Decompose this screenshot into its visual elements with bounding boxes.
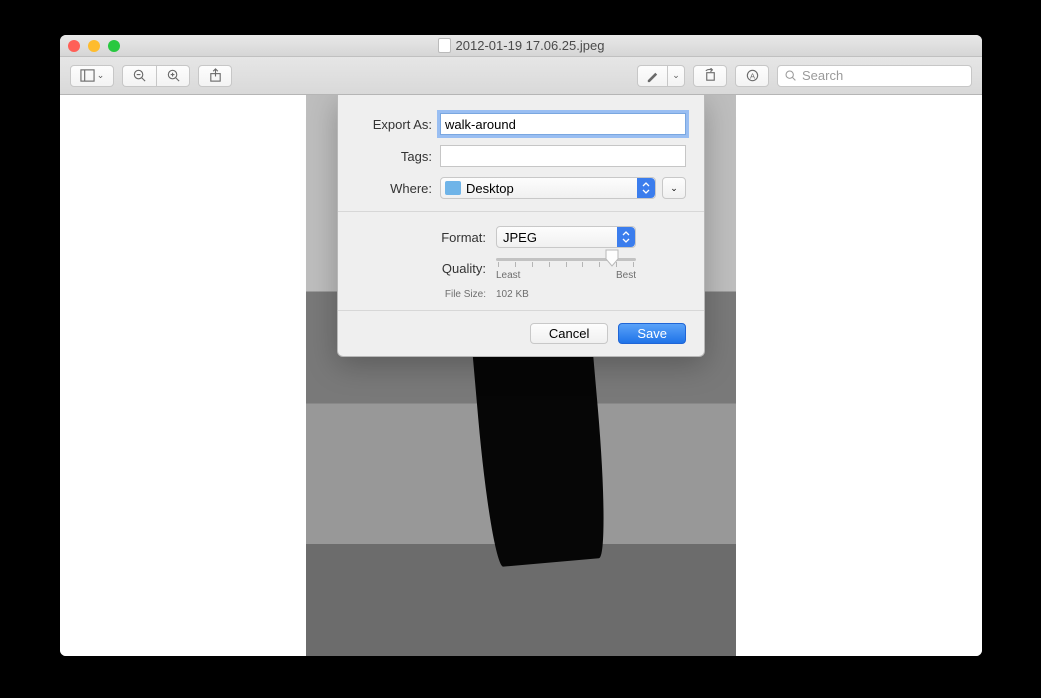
file-icon [438, 38, 451, 53]
cancel-label: Cancel [549, 326, 589, 341]
search-placeholder: Search [802, 68, 843, 83]
export-sheet: Export As: Tags: Where: Desktop [337, 95, 705, 357]
quality-label: Quality: [356, 261, 486, 276]
content-area: Export As: Tags: Where: Desktop [60, 95, 982, 656]
zoom-out-button[interactable] [122, 65, 156, 87]
toolbar: ⌄ ⌄ A Searc [60, 57, 982, 95]
quality-best-label: Best [616, 270, 636, 281]
search-icon [784, 69, 797, 82]
share-button[interactable] [198, 65, 232, 87]
tags-input[interactable] [440, 145, 686, 167]
format-select[interactable]: JPEG [496, 226, 636, 248]
window-title-text: 2012-01-19 17.06.25.jpeg [456, 38, 605, 53]
slider-thumb-icon[interactable] [604, 249, 620, 267]
save-label: Save [637, 326, 667, 341]
quality-slider[interactable]: Least Best [496, 256, 636, 281]
traffic-lights [68, 40, 120, 52]
chevron-down-icon: ⌄ [672, 71, 680, 80]
filesize-label: File Size: [356, 289, 486, 300]
window-close-button[interactable] [68, 40, 80, 52]
sidebar-toggle-button[interactable]: ⌄ [70, 65, 114, 87]
export-as-label: Export As: [356, 117, 432, 132]
zoom-in-button[interactable] [156, 65, 190, 87]
where-value: Desktop [466, 181, 514, 196]
filesize-value: 102 KB [496, 289, 529, 300]
format-value: JPEG [503, 230, 537, 245]
where-select[interactable]: Desktop [440, 177, 656, 199]
annotate-button[interactable]: A [735, 65, 769, 87]
markup-button[interactable] [637, 65, 667, 87]
expand-location-button[interactable]: ⌄ [662, 177, 686, 199]
markup-dropdown-button[interactable]: ⌄ [667, 65, 685, 87]
where-label: Where: [356, 181, 432, 196]
tags-label: Tags: [356, 149, 432, 164]
svg-text:A: A [749, 71, 754, 80]
folder-icon [445, 181, 461, 195]
export-as-input[interactable] [440, 113, 686, 135]
window-zoom-button[interactable] [108, 40, 120, 52]
rotate-button[interactable] [693, 65, 727, 87]
format-label: Format: [356, 230, 486, 245]
chevron-down-icon: ⌄ [670, 184, 678, 193]
search-input[interactable]: Search [777, 65, 972, 87]
cancel-button[interactable]: Cancel [530, 323, 608, 344]
preview-window: 2012-01-19 17.06.25.jpeg ⌄ ⌄ [60, 35, 982, 656]
updown-icon [637, 178, 655, 198]
titlebar: 2012-01-19 17.06.25.jpeg [60, 35, 982, 57]
chevron-down-icon: ⌄ [97, 71, 105, 80]
window-minimize-button[interactable] [88, 40, 100, 52]
save-button[interactable]: Save [618, 323, 686, 344]
updown-icon [617, 227, 635, 247]
window-title: 2012-01-19 17.06.25.jpeg [120, 38, 922, 53]
quality-least-label: Least [496, 270, 520, 281]
